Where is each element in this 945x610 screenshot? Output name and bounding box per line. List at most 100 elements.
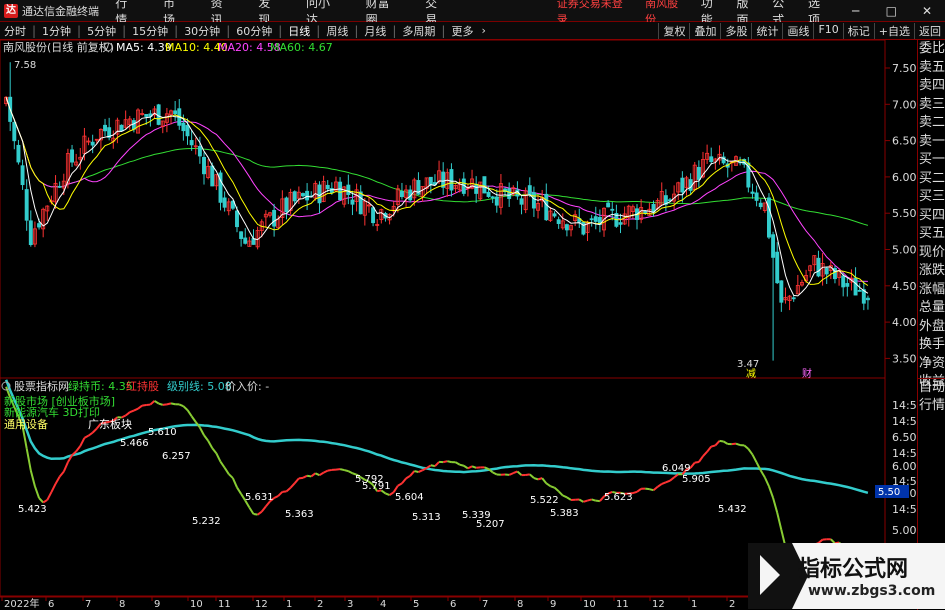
date-tick-label: 5 bbox=[413, 599, 419, 609]
indicator-segment bbox=[526, 474, 530, 475]
tab-daily[interactable]: 日线 bbox=[284, 23, 314, 39]
quote-field-0[interactable]: 委比 bbox=[918, 40, 945, 59]
indicator-segment bbox=[649, 489, 653, 490]
date-tick-label: 3 bbox=[347, 599, 353, 609]
indicator-segment bbox=[658, 484, 662, 487]
quote-field-5[interactable]: 卖一 bbox=[918, 133, 945, 152]
quote-field-10[interactable]: 买五 bbox=[918, 225, 945, 244]
indicator-segment bbox=[765, 477, 769, 486]
tab-60min[interactable]: 60分钟 bbox=[232, 23, 276, 39]
indicator-side-item-1[interactable]: 行情 bbox=[918, 397, 945, 415]
date-tick-label: 2 bbox=[729, 599, 735, 609]
play-arrow-icon bbox=[760, 555, 780, 595]
price-axis: 7.507.006.506.005.505.004.504.003.50 bbox=[885, 62, 917, 365]
indicator-level-line: 级别线: 5.08 bbox=[167, 379, 232, 393]
indicator-segment bbox=[43, 500, 47, 503]
f10-button[interactable]: F10 bbox=[813, 23, 842, 39]
close-button[interactable]: ✕ bbox=[909, 4, 945, 18]
indicator-segment bbox=[262, 506, 266, 511]
adjust-button[interactable]: 复权 bbox=[658, 23, 689, 39]
quote-field-11[interactable]: 现价 bbox=[918, 244, 945, 263]
draw-line-button[interactable]: 画线 bbox=[782, 23, 813, 39]
tab-monthly[interactable]: 月线 bbox=[360, 23, 390, 39]
date-tick-label: 12 bbox=[652, 599, 665, 609]
indicator-segment bbox=[76, 446, 80, 451]
indicator-segment bbox=[150, 401, 154, 405]
candle-body bbox=[17, 145, 20, 162]
indicator-value-label: 5.791 bbox=[362, 481, 391, 492]
candle-body bbox=[293, 192, 296, 201]
indicator-segment bbox=[171, 403, 175, 404]
quote-field-14[interactable]: 总量 bbox=[918, 299, 945, 318]
indicator-value-label: 5.610 bbox=[148, 427, 177, 438]
indicator-segment bbox=[715, 441, 719, 446]
candle-body bbox=[132, 121, 135, 130]
indicator-segment bbox=[752, 455, 756, 463]
indicator-segment bbox=[340, 469, 344, 470]
quote-field-9[interactable]: 买四 bbox=[918, 207, 945, 226]
indicator-value-labels: 5.4665.6106.2575.4235.2325.6315.3635.792… bbox=[18, 427, 747, 530]
indicator-segment bbox=[237, 487, 241, 494]
indicator-segment bbox=[188, 410, 192, 416]
indicator-segment bbox=[385, 493, 389, 495]
candle-body bbox=[772, 235, 775, 258]
candle-body bbox=[594, 217, 597, 222]
candle-body bbox=[854, 278, 857, 295]
indicator-segment bbox=[402, 478, 406, 483]
tab-intraday[interactable]: 分时 bbox=[0, 23, 30, 39]
tab-more[interactable]: 更多 bbox=[447, 23, 477, 39]
quote-field-6[interactable]: 买一 bbox=[918, 151, 945, 170]
quote-field-17[interactable]: 净资 bbox=[918, 355, 945, 374]
add-watchlist-button[interactable]: +自选 bbox=[874, 23, 914, 39]
reduce-mark[interactable]: 减 bbox=[746, 368, 756, 380]
quote-field-16[interactable]: 换手 bbox=[918, 336, 945, 355]
mark-button[interactable]: 标记 bbox=[843, 23, 874, 39]
back-button[interactable]: 返回 bbox=[914, 23, 945, 39]
indicator-value-label: 5.623 bbox=[604, 492, 633, 503]
indicator-segment bbox=[777, 513, 781, 530]
maximize-button[interactable]: □ bbox=[873, 4, 909, 18]
candle-body bbox=[400, 191, 403, 196]
app-title: 通达信金融终端 bbox=[22, 3, 99, 19]
quote-field-1[interactable]: 卖五 bbox=[918, 59, 945, 78]
quote-field-13[interactable]: 涨幅 bbox=[918, 281, 945, 300]
date-tick-label: 12 bbox=[255, 599, 268, 609]
indicator-segment bbox=[719, 441, 723, 442]
overlay-button[interactable]: 叠加 bbox=[689, 23, 720, 39]
indicator-segment bbox=[666, 481, 670, 483]
tab-15min[interactable]: 15分钟 bbox=[128, 23, 172, 39]
candle-body bbox=[780, 281, 783, 302]
quote-field-2[interactable]: 卖四 bbox=[918, 77, 945, 96]
candle-body bbox=[429, 177, 432, 184]
indicator-segment bbox=[311, 473, 315, 476]
quote-field-12[interactable]: 涨跌 bbox=[918, 262, 945, 281]
multi-stock-button[interactable]: 多股 bbox=[720, 23, 751, 39]
candle-body bbox=[25, 190, 28, 221]
tab-30min[interactable]: 30分钟 bbox=[180, 23, 224, 39]
indicator-segment bbox=[509, 473, 513, 475]
quote-field-15[interactable]: 外盘 bbox=[918, 318, 945, 337]
kline-chart[interactable]: 7.507.006.506.005.505.004.504.003.50 14:… bbox=[0, 40, 917, 609]
app-logo[interactable]: 达 通达信金融终端 bbox=[4, 3, 103, 19]
indicator-segment bbox=[60, 472, 64, 477]
tab-5min[interactable]: 5分钟 bbox=[83, 23, 120, 39]
indicator-segment bbox=[336, 469, 340, 470]
candle-body bbox=[483, 177, 486, 193]
quote-field-8[interactable]: 买三 bbox=[918, 188, 945, 207]
minimize-button[interactable]: ─ bbox=[838, 4, 874, 18]
tab-weekly[interactable]: 周线 bbox=[322, 23, 352, 39]
quote-field-4[interactable]: 卖二 bbox=[918, 114, 945, 133]
indicator-name: 股票指标网 bbox=[14, 379, 69, 393]
indicator-segment bbox=[468, 466, 472, 468]
indicator-side-item-0[interactable]: 自动 bbox=[918, 379, 945, 397]
quote-field-7[interactable]: 买二 bbox=[918, 170, 945, 189]
tab-multi-period[interactable]: 多周期 bbox=[398, 23, 439, 39]
candle-body bbox=[157, 105, 160, 125]
indicator-segment bbox=[249, 507, 253, 514]
quote-field-3[interactable]: 卖三 bbox=[918, 96, 945, 115]
indicator-value-label: 5.207 bbox=[476, 519, 505, 530]
chevron-right-icon[interactable]: › bbox=[477, 24, 489, 37]
stats-button[interactable]: 统计 bbox=[751, 23, 782, 39]
tab-1min[interactable]: 1分钟 bbox=[38, 23, 75, 39]
finance-mark[interactable]: 财 bbox=[802, 367, 812, 380]
